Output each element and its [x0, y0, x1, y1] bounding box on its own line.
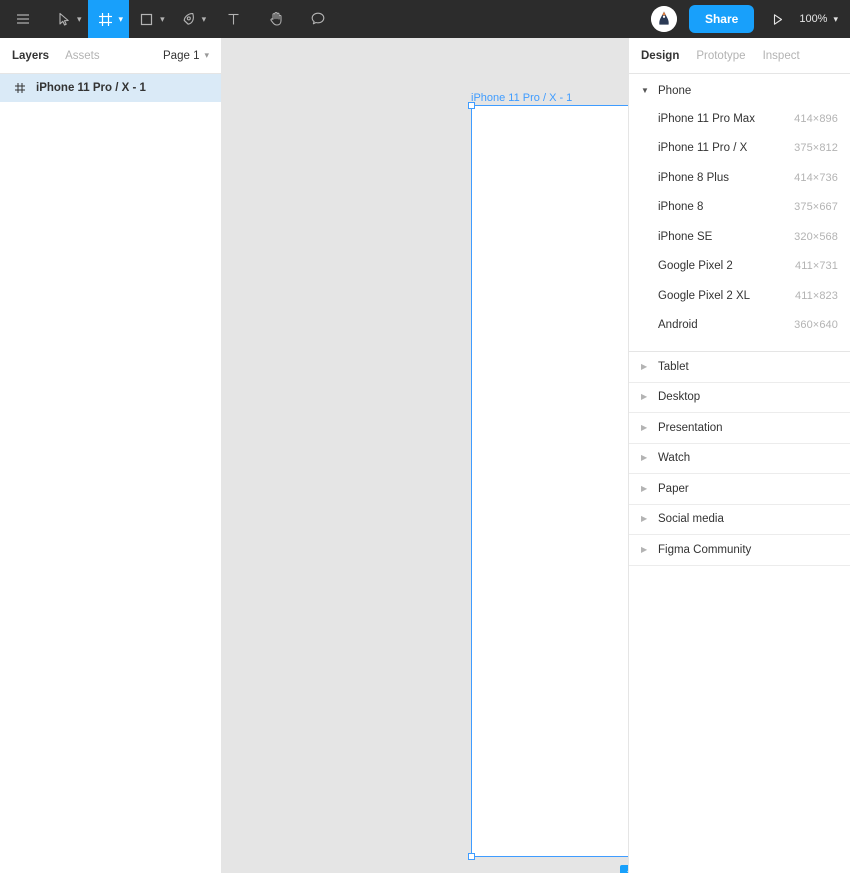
tab-inspect[interactable]: Inspect [763, 50, 800, 62]
right-sidebar: Design Prototype Inspect ▼ Phone iPhone … [628, 38, 850, 873]
frame-tool[interactable]: ▾ [87, 0, 130, 38]
artboard-frame[interactable] [471, 105, 628, 857]
section-header-phone[interactable]: ▼ Phone [629, 74, 850, 104]
device-name: Google Pixel 2 [658, 260, 733, 273]
device-name: Android [658, 319, 698, 332]
hamburger-menu-icon[interactable] [0, 0, 46, 38]
device-size: 375×812 [794, 142, 838, 155]
page-selector-label: Page 1 [163, 49, 200, 62]
triangle-right-icon[interactable]: ▶ [641, 515, 651, 523]
device-row[interactable]: iPhone 11 Pro Max 414×896 [629, 104, 850, 134]
device-name: iPhone 11 Pro Max [658, 112, 755, 125]
app-body: Layers Assets Page 1 ▾ iPhone 11 Pro / X… [0, 38, 850, 873]
left-panel-header: Layers Assets Page 1 ▾ [0, 38, 221, 74]
device-row[interactable]: iPhone 11 Pro / X 375×812 [629, 134, 850, 164]
chevron-down-icon[interactable]: ▾ [204, 51, 209, 60]
category-row-presentation[interactable]: ▶ Presentation [629, 413, 850, 444]
tab-assets[interactable]: Assets [65, 50, 100, 62]
device-size: 411×823 [794, 289, 838, 302]
category-row-tablet[interactable]: ▶ Tablet [629, 352, 850, 383]
category-label: Social media [658, 513, 724, 526]
device-name: iPhone 8 [658, 201, 704, 214]
tab-layers[interactable]: Layers [12, 50, 49, 62]
device-row[interactable]: iPhone 8 375×667 [629, 193, 850, 223]
category-row-desktop[interactable]: ▶ Desktop [629, 383, 850, 413]
category-row-watch[interactable]: ▶ Watch [629, 444, 850, 474]
zoom-level-label: 100% [799, 13, 828, 25]
toolbar-tools-group: ▾ ▾ ▾ ▾ [0, 0, 339, 38]
figma-app-window: ▾ ▾ ▾ ▾ Share 100% ▾ Layers Assets Page … [0, 0, 850, 873]
category-row-social-media[interactable]: ▶ Social media [629, 505, 850, 535]
right-panel-tabs: Design Prototype Inspect [629, 38, 850, 74]
category-row-figma-community[interactable]: ▶ Figma Community [629, 535, 850, 566]
device-size: 320×568 [794, 230, 838, 243]
device-row[interactable]: iPhone SE 320×568 [629, 222, 850, 252]
text-tool[interactable] [212, 0, 255, 38]
category-label: Tablet [658, 360, 689, 373]
device-size: 414×736 [794, 171, 838, 184]
triangle-down-icon[interactable]: ▼ [641, 87, 651, 95]
chevron-down-icon[interactable]: ▾ [77, 14, 82, 24]
device-row[interactable]: Google Pixel 2 XL 411×823 [629, 281, 850, 311]
chevron-down-icon[interactable]: ▾ [833, 14, 838, 24]
hand-tool[interactable] [255, 0, 297, 38]
user-avatar-icon[interactable] [650, 6, 677, 32]
category-row-paper[interactable]: ▶ Paper [629, 474, 850, 505]
chevron-down-icon[interactable]: ▾ [202, 14, 207, 24]
triangle-right-icon[interactable]: ▶ [641, 454, 651, 462]
device-row[interactable]: Android 360×640 [629, 311, 850, 341]
device-size: 360×640 [794, 319, 838, 332]
category-label: Desktop [658, 391, 701, 404]
tab-design[interactable]: Design [641, 50, 679, 62]
category-label: Paper [658, 482, 689, 495]
dimension-badge: 375 × 812 [620, 865, 628, 873]
frame-hash-icon [13, 82, 27, 94]
category-label: Watch [658, 452, 691, 465]
layer-item-label: iPhone 11 Pro / X - 1 [36, 82, 146, 94]
chevron-down-icon[interactable]: ▾ [119, 14, 124, 24]
chevron-down-icon[interactable]: ▾ [160, 14, 165, 24]
device-row[interactable]: iPhone 8 Plus 414×736 [629, 163, 850, 193]
zoom-control[interactable]: 100% ▾ [799, 13, 840, 25]
triangle-right-icon[interactable]: ▶ [641, 393, 651, 401]
comment-tool[interactable] [297, 0, 339, 38]
section-title-phone: Phone [658, 85, 692, 97]
play-triangle-icon [774, 13, 783, 25]
device-size: 414×896 [794, 112, 838, 125]
tab-prototype[interactable]: Prototype [696, 50, 745, 62]
device-name: iPhone SE [658, 230, 713, 243]
main-toolbar: ▾ ▾ ▾ ▾ Share 100% ▾ [0, 0, 850, 38]
frame-name-label[interactable]: iPhone 11 Pro / X - 1 [471, 92, 572, 104]
device-name: iPhone 8 Plus [658, 171, 729, 184]
pen-tool[interactable]: ▾ [171, 0, 213, 38]
device-row[interactable]: Google Pixel 2 411×731 [629, 252, 850, 282]
left-sidebar: Layers Assets Page 1 ▾ iPhone 11 Pro / X… [0, 38, 222, 873]
category-label: Presentation [658, 421, 723, 434]
triangle-right-icon[interactable]: ▶ [641, 423, 651, 432]
triangle-right-icon[interactable]: ▶ [641, 484, 651, 493]
present-button[interactable] [754, 12, 799, 27]
list-item[interactable]: iPhone 11 Pro / X - 1 [0, 74, 221, 102]
triangle-right-icon[interactable]: ▶ [641, 362, 651, 371]
device-size: 375×667 [794, 201, 838, 214]
category-label: Figma Community [658, 543, 752, 556]
page-selector[interactable]: Page 1 ▾ [163, 50, 209, 62]
phone-section: ▼ Phone iPhone 11 Pro Max 414×896 iPhone… [629, 74, 850, 346]
device-name: Google Pixel 2 XL [658, 289, 751, 302]
device-size: 411×731 [794, 260, 838, 273]
shape-tool[interactable]: ▾ [129, 0, 171, 38]
device-name: iPhone 11 Pro / X [658, 142, 748, 155]
layers-list: iPhone 11 Pro / X - 1 [0, 74, 221, 873]
triangle-right-icon[interactable]: ▶ [641, 545, 651, 554]
design-canvas[interactable]: iPhone 11 Pro / X - 1 375 × 812 [222, 38, 628, 873]
resize-handle-bottom-left[interactable] [468, 853, 475, 860]
resize-handle-top-left[interactable] [468, 102, 475, 109]
move-tool[interactable]: ▾ [46, 0, 88, 38]
share-button[interactable]: Share [688, 5, 755, 33]
toolbar-right-group: Share 100% ▾ [650, 0, 850, 38]
